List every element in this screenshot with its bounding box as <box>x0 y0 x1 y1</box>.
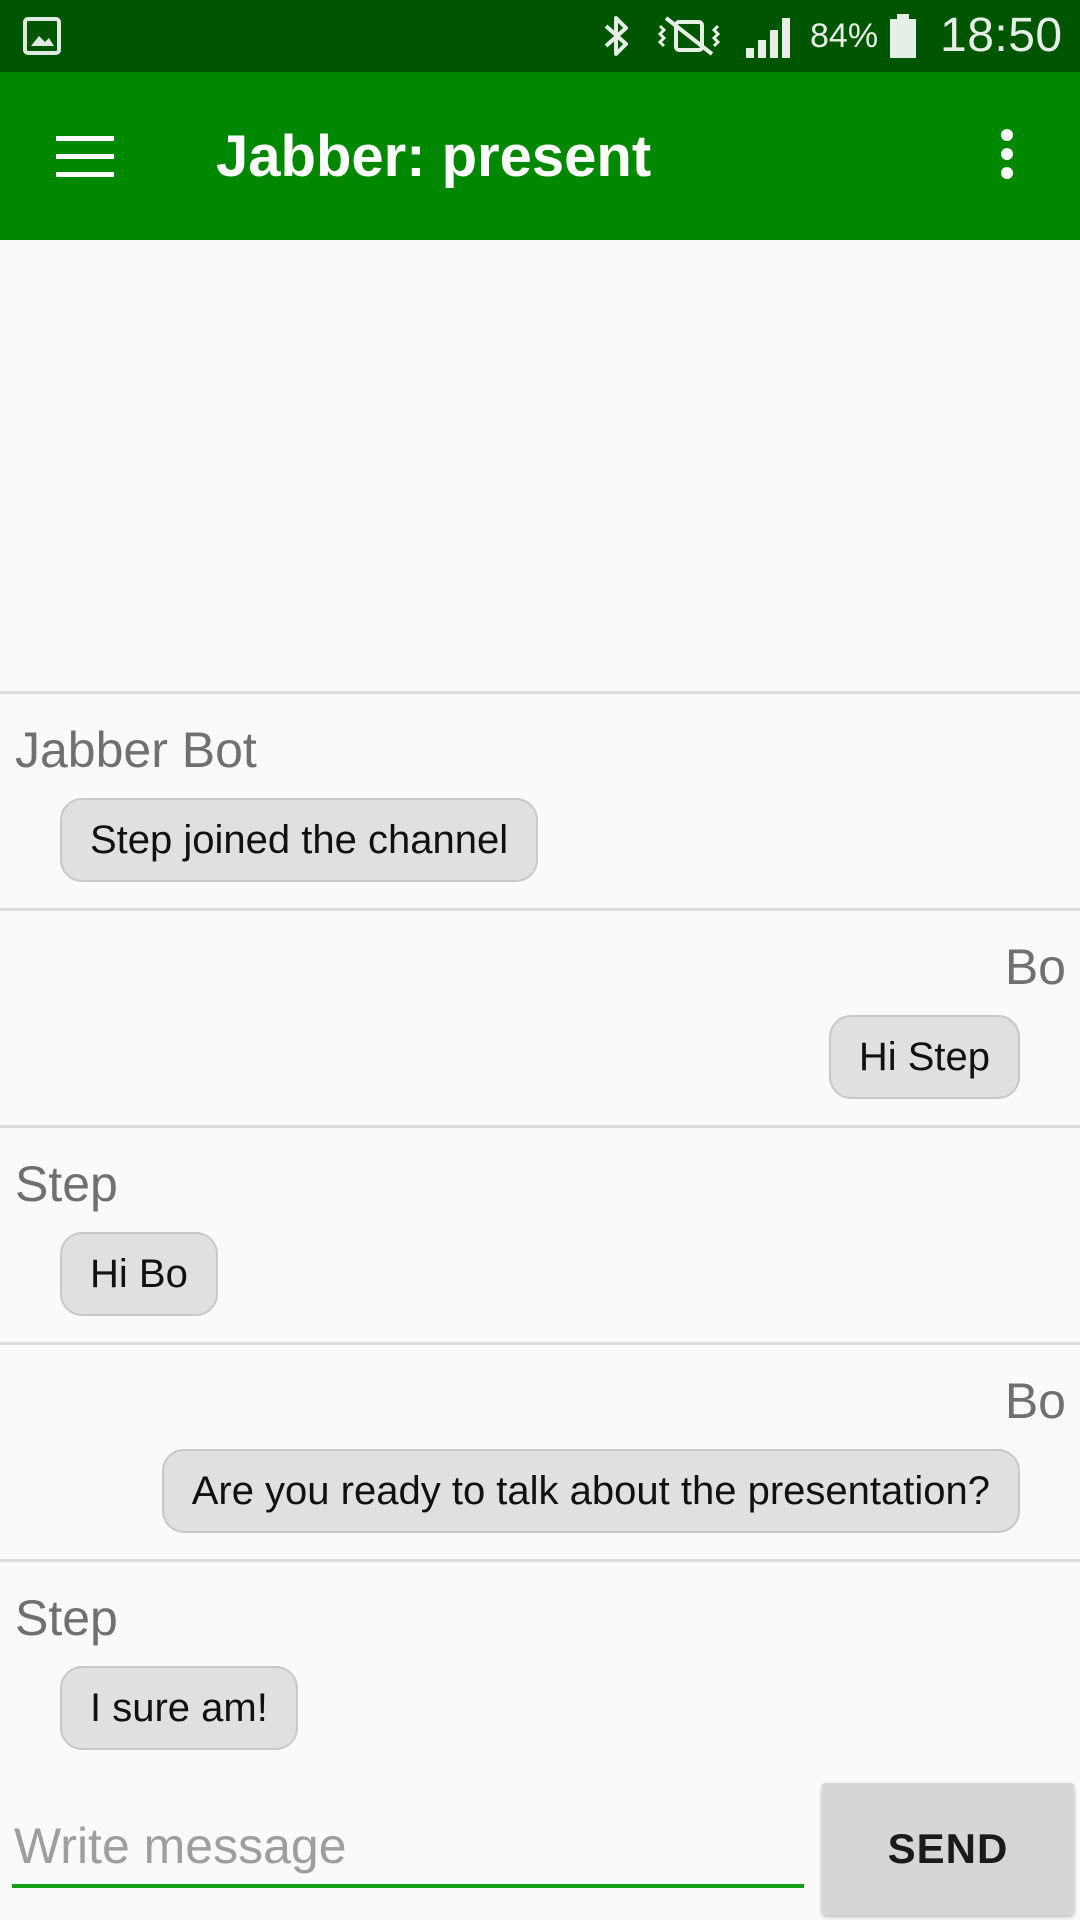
battery-percent: 84% <box>810 17 879 55</box>
message-bubble: I sure am! <box>60 1666 298 1750</box>
hamburger-menu-icon <box>56 136 114 177</box>
message-bubble: Step joined the channel <box>60 798 539 882</box>
bluetooth-icon <box>604 16 628 56</box>
message-input[interactable] <box>12 1808 804 1888</box>
message-sender: Jabber Bot <box>15 722 257 778</box>
message-bubble: Are you ready to talk about the presenta… <box>161 1449 1020 1533</box>
menu-button[interactable] <box>40 116 130 196</box>
message-sender: Step <box>15 1156 118 1212</box>
message-item: Bo Hi Step <box>0 908 1080 1124</box>
more-vert-icon <box>1001 129 1013 179</box>
send-button[interactable]: SEND <box>822 1783 1074 1915</box>
message-list[interactable]: Jabber Bot Step joined the channel Bo Hi… <box>0 240 1080 1780</box>
battery-icon <box>890 14 916 58</box>
message-sender: Bo <box>1004 939 1066 995</box>
vibrate-mute-icon <box>657 16 721 56</box>
overflow-menu-button[interactable] <box>980 116 1044 196</box>
status-time: 18:50 <box>940 9 1063 62</box>
message-bubble: Hi Bo <box>60 1232 218 1316</box>
signal-icon <box>746 18 790 58</box>
message-sender: Bo <box>1004 1373 1066 1429</box>
message-sender: Step <box>15 1590 118 1646</box>
message-item: Bo Are you ready to talk about the prese… <box>0 1342 1080 1558</box>
message-bubble: Hi Step <box>828 1015 1020 1099</box>
message-item: Step Hi Bo <box>0 1125 1080 1341</box>
status-bar: 84% 18:50 <box>0 0 1080 72</box>
page-title: Jabber: present <box>216 124 652 189</box>
message-item: Step I sure am! <box>0 1559 1080 1775</box>
app-bar: Jabber: present <box>0 72 1080 240</box>
message-item: Jabber Bot Step joined the channel <box>0 691 1080 907</box>
gallery-icon <box>23 17 61 55</box>
